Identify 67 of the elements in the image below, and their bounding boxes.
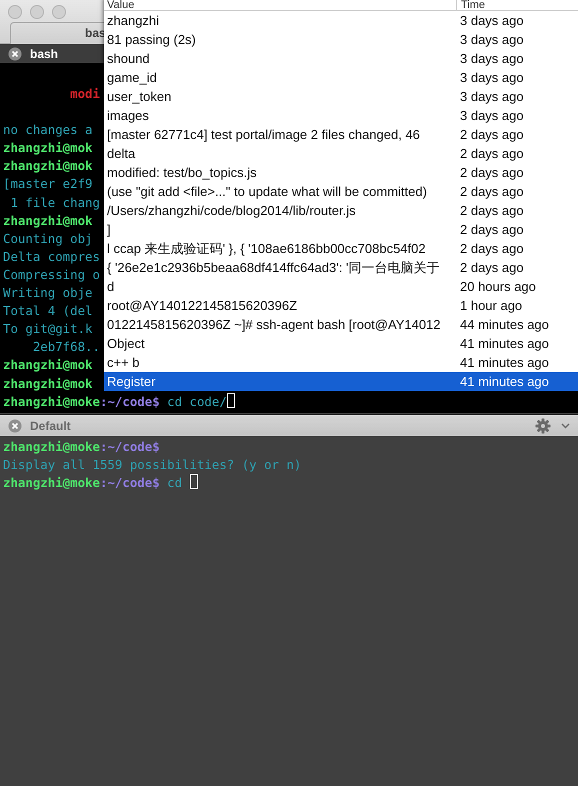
- time-cell-text: 3 days ago: [459, 12, 525, 30]
- value-cell-text: 0122145815620396Z ~]# ssh-agent bash [root@AY14012: [106, 316, 442, 334]
- time-cell-text: 3 days ago: [459, 107, 525, 125]
- value-cell-text: { '26e2e1c2936b5beaa68df414ffc64ad3': '同一台电脑关于: [106, 259, 440, 277]
- time-cell-text: 41 minutes ago: [459, 354, 550, 372]
- terminal-text: 1 file chang: [9, 194, 100, 212]
- terminal-text: :~/code$: [100, 392, 160, 411]
- time-cell-text: 3 days ago: [459, 50, 525, 68]
- pane-title: Default: [30, 418, 71, 432]
- value-cell-text: zhangzhi: [106, 12, 160, 30]
- value-cell-text: l ccap 来生成验证码' }, { '108ae6186bb00cc708bc54f02: [106, 240, 427, 258]
- terminal-text: Delta compres: [3, 248, 100, 266]
- terminal-text: Compressing o: [3, 266, 100, 284]
- terminal-text: cd code/: [166, 392, 227, 411]
- terminal-text: zhangzhi@moke: [3, 474, 100, 492]
- pane-title: bash: [30, 46, 58, 60]
- time-cell-text: 44 minutes ago: [459, 316, 550, 334]
- terminal-text: cd: [166, 474, 184, 492]
- value-cell-text: 81 passing (2s): [106, 31, 197, 49]
- terminal-text: zhangzhi@moke: [3, 438, 100, 456]
- terminal-text: zhangzhi@mok: [3, 139, 93, 158]
- terminal-text: zhangzhi@mok: [3, 374, 93, 393]
- value-cell-text: delta: [106, 145, 136, 163]
- value-cell-text: d: [106, 278, 116, 296]
- terminal-text: Display all 1559 possibilities? (y or n): [3, 456, 302, 474]
- terminal-text: zhangzhi@moke: [3, 392, 100, 411]
- terminal-text: zhangzhi@mok: [3, 157, 93, 176]
- time-cell-text: 3 days ago: [459, 31, 525, 49]
- value-cell-text: root@AY140122145815620396Z: [106, 297, 298, 315]
- value-cell-text: ]: [106, 221, 112, 239]
- value-cell-text: c++ b: [106, 354, 141, 372]
- value-cell-text: game_id: [106, 69, 158, 87]
- value-cell-text: [master 62771c4] test portal/image 2 files changed, 46: [106, 126, 421, 144]
- terminal-text: :~/code$: [100, 438, 160, 456]
- time-cell-text: 2 days ago: [459, 202, 525, 220]
- terminal-text: Writing obje: [3, 284, 93, 302]
- time-cell-text: 2 days ago: [459, 240, 525, 258]
- terminal-text: zhangzhi@mok: [3, 356, 93, 374]
- time-cell-text: 1 hour ago: [459, 297, 524, 315]
- time-cell-text: 41 minutes ago: [459, 335, 550, 353]
- time-cell-text: 2 days ago: [459, 145, 525, 163]
- terminal-text: Counting obj: [3, 230, 93, 248]
- value-cell-text: Object: [106, 335, 146, 353]
- time-cell-text: 2 days ago: [459, 164, 525, 182]
- terminal-text: Total 4 (del: [3, 302, 93, 320]
- terminal-text: zhangzhi@mok: [3, 212, 93, 230]
- time-cell-text: 20 hours ago: [459, 278, 537, 296]
- time-cell-text: 3 days ago: [459, 88, 525, 106]
- value-cell-text: images: [106, 107, 150, 125]
- value-cell-text: user_token: [106, 88, 172, 106]
- time-cell-text: 2 days ago: [459, 221, 525, 239]
- value-cell-text: (use "git add <file>..." to update what will be committed): [106, 183, 428, 201]
- time-cell-text: 3 days ago: [459, 69, 525, 87]
- time-cell-text: 2 days ago: [459, 259, 525, 277]
- terminal-text: [master e2f9: [3, 175, 93, 194]
- terminal-text: To git@git.k: [3, 320, 93, 338]
- time-cell-text: 41 minutes ago: [459, 373, 550, 391]
- value-cell-text: Register: [106, 373, 156, 391]
- terminal-text: no changes a: [3, 121, 93, 140]
- value-cell-text: /Users/zhangzhi/code/blog2014/lib/router.js: [106, 202, 357, 220]
- value-cell-text: modified: test/bo_topics.js: [106, 164, 258, 182]
- time-cell-text: 2 days ago: [459, 126, 525, 144]
- terminal-text: 2eb7f68..: [32, 338, 100, 356]
- terminal-text: modi: [69, 85, 100, 103]
- terminal-text: :~/code$: [100, 474, 160, 492]
- time-cell-text: 2 days ago: [459, 183, 525, 201]
- value-cell-text: shound: [106, 50, 151, 68]
